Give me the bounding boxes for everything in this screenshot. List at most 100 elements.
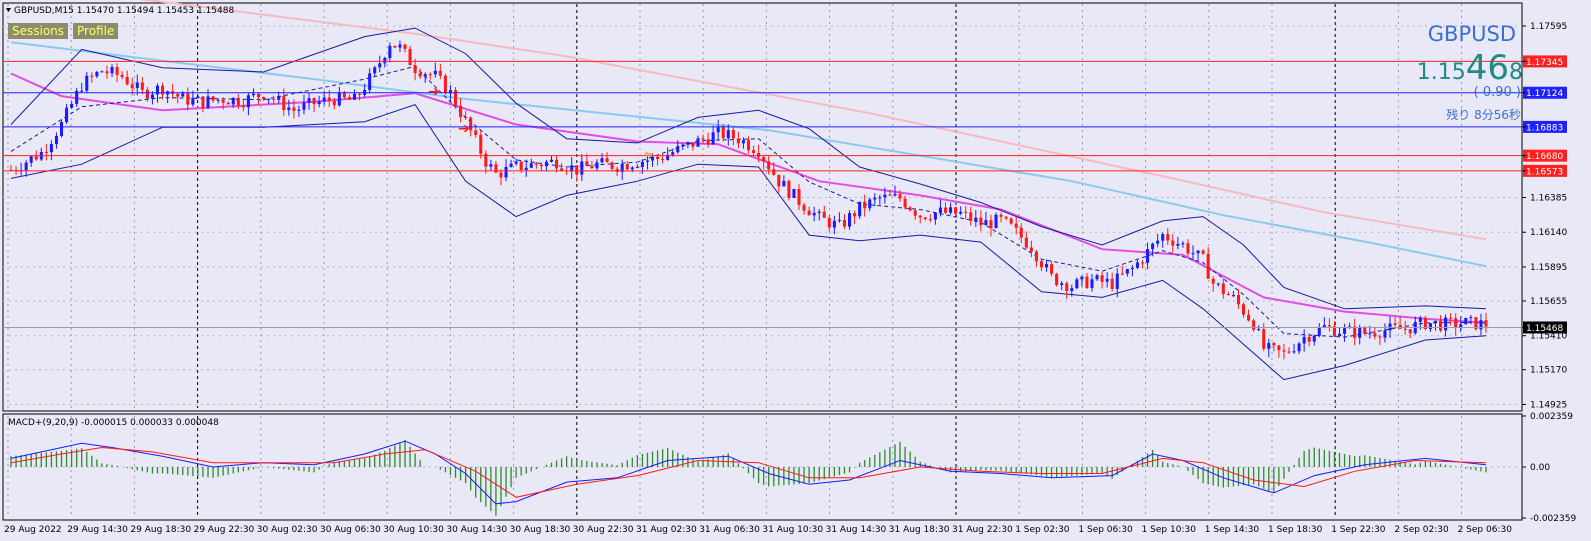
candle-body: [575, 165, 579, 175]
candle-body: [539, 164, 543, 167]
candle-body: [474, 130, 478, 135]
candle-body: [201, 96, 205, 108]
x-tick-label: 1 Sep 10:30: [1142, 525, 1197, 535]
candle-body: [302, 102, 306, 110]
candle-body: [1206, 253, 1210, 279]
candle-body: [378, 63, 382, 68]
candle-body: [560, 168, 564, 171]
candle-body: [1060, 283, 1064, 286]
candle-body: [1211, 278, 1215, 284]
candle-body: [251, 93, 255, 96]
candle-body: [878, 197, 882, 199]
candle-body: [1135, 262, 1139, 268]
price-fraction: 8: [1509, 60, 1523, 85]
candle-body: [1090, 279, 1094, 288]
candle-body: [80, 90, 84, 92]
price-level-label: 1.16883: [1526, 123, 1563, 133]
candle-body: [176, 93, 180, 97]
candle-body: [1161, 234, 1165, 241]
candle-body: [797, 189, 801, 205]
candle-body: [837, 219, 841, 221]
candle-body: [24, 162, 28, 171]
candle-body: [479, 134, 483, 154]
candle-body: [44, 151, 48, 153]
candle-body: [206, 96, 210, 108]
candle-body: [873, 197, 877, 200]
price-level-label: 1.17124: [1526, 89, 1563, 99]
x-tick-label: 1 Sep 18:30: [1268, 525, 1323, 535]
profile-button[interactable]: Profile: [73, 23, 119, 39]
x-tick-label: 31 Aug 22:30: [952, 525, 1013, 535]
candle-body: [989, 220, 993, 229]
candle-body: [1358, 327, 1362, 338]
candle-body: [110, 67, 114, 74]
candle-body: [595, 162, 599, 169]
candle-body: [1039, 261, 1044, 268]
signal-arrow: ➔: [428, 84, 440, 100]
candle-body: [681, 144, 685, 147]
candle-body: [196, 96, 200, 99]
candle-body: [888, 194, 892, 196]
candle-body: [1428, 323, 1432, 330]
candle-body: [832, 220, 836, 228]
candle-body: [913, 210, 917, 216]
candle-body: [580, 161, 584, 175]
candle-body: [893, 194, 897, 196]
candle-body: [1287, 351, 1291, 353]
candle-body: [95, 72, 99, 77]
candle-body: [1216, 283, 1220, 285]
candle-body: [1439, 320, 1443, 331]
candle-body: [277, 96, 281, 100]
candle-body: [332, 100, 336, 106]
candle-body: [746, 140, 751, 151]
candle-body: [923, 217, 927, 220]
candle-body: [459, 105, 463, 118]
x-tick-label: 31 Aug 06:30: [699, 525, 760, 535]
candle-body: [1191, 253, 1195, 255]
candle-body: [499, 172, 503, 178]
candle-body: [1297, 343, 1301, 352]
candle-body: [322, 97, 326, 102]
candle-body: [630, 167, 634, 170]
candle-body: [70, 103, 74, 108]
candle-body: [413, 65, 417, 74]
candle-body: [1125, 269, 1129, 274]
candle-body: [858, 201, 862, 217]
candle-body: [423, 74, 427, 77]
candle-body: [181, 93, 185, 97]
candle-body: [1353, 326, 1357, 338]
candle-body: [428, 74, 432, 76]
candle-body: [1140, 262, 1145, 264]
candle-body: [438, 70, 442, 76]
macd-y-tick-label: -0.002359: [1530, 514, 1576, 524]
x-tick-label: 30 Aug 22:30: [573, 525, 634, 535]
candle-body: [1454, 318, 1458, 328]
candle-body: [1105, 278, 1109, 282]
signal-arrow: ➔: [458, 121, 470, 137]
candle-body: [691, 142, 695, 147]
candle-body: [711, 132, 715, 145]
candle-body: [464, 117, 468, 119]
y-tick-label: 1.15410: [1530, 332, 1567, 342]
y-tick-label: 1.14925: [1530, 400, 1567, 410]
candle-body: [1115, 273, 1119, 289]
candle-body: [519, 161, 523, 170]
candle-body: [1201, 250, 1205, 254]
candle-body: [231, 97, 235, 105]
candle-body: [817, 211, 821, 213]
candle-body: [267, 98, 271, 100]
candle-body: [514, 161, 518, 164]
candle-body: [403, 44, 407, 49]
sessions-button[interactable]: Sessions: [8, 23, 69, 39]
candle-body: [1171, 240, 1175, 246]
candle-body: [610, 162, 614, 169]
candle-body: [1196, 250, 1200, 254]
y-tick-label: 1.15895: [1530, 263, 1567, 273]
candle-body: [600, 158, 604, 163]
macd-title: MACD+(9,20,9) -0.000015 0.000033 0.00004…: [8, 418, 219, 428]
candle-body: [1337, 333, 1342, 337]
candle-body: [1252, 320, 1256, 330]
candle-body: [1050, 264, 1054, 274]
candle-body: [933, 212, 937, 220]
candle-body: [827, 217, 831, 228]
